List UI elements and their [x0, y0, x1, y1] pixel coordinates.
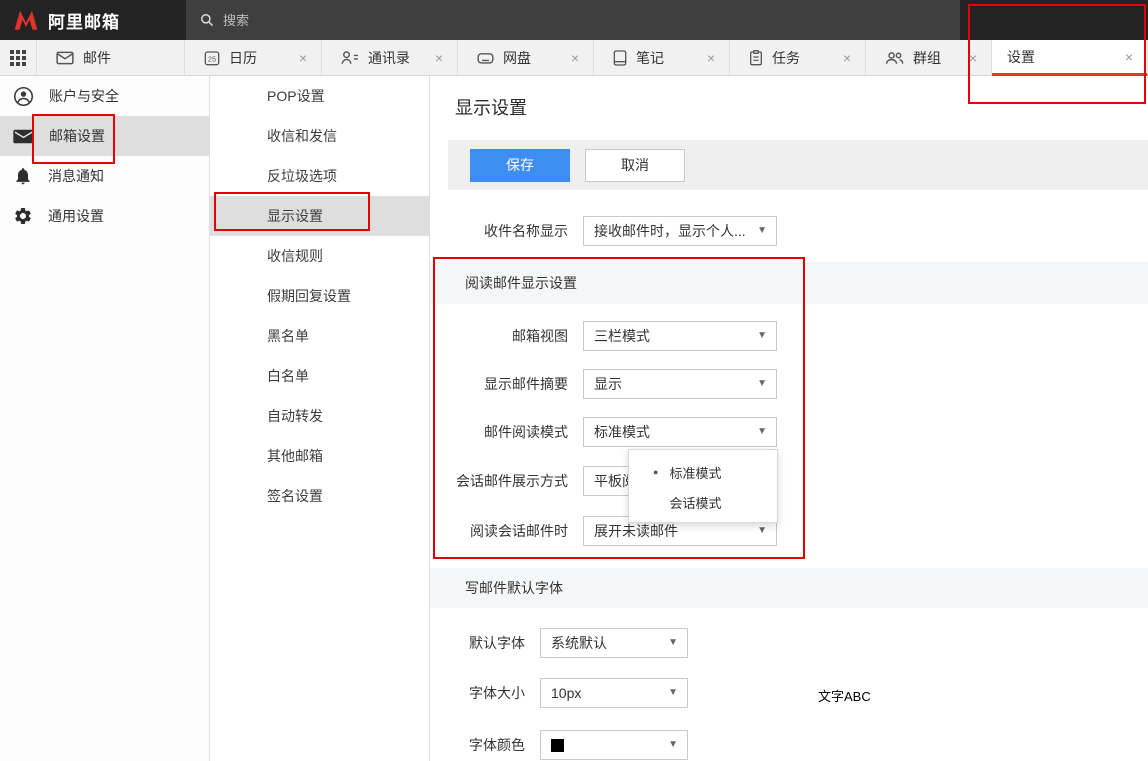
- search-icon: [200, 13, 214, 27]
- subnav-item-auto-forward[interactable]: 自动转发: [210, 396, 429, 436]
- subnav-item-signature[interactable]: 签名设置: [210, 476, 429, 516]
- page-title: 显示设置: [455, 94, 527, 120]
- account-circle-icon: [13, 86, 34, 107]
- mail-summary-row: 显示邮件摘要 显示 ▼: [430, 369, 777, 399]
- tab-tasks[interactable]: 任务 ×: [730, 40, 866, 76]
- bell-icon: [13, 166, 33, 186]
- close-tab-icon[interactable]: ×: [839, 51, 855, 65]
- contacts-icon: [341, 50, 359, 65]
- close-tab-icon[interactable]: ×: [1121, 50, 1137, 64]
- subnav-item-send-receive[interactable]: 收信和发信: [210, 116, 429, 156]
- chevron-down-icon: ▼: [757, 525, 767, 536]
- display-settings-panel: 显示设置 保存 取消 收件名称显示 接收邮件时，显示个人... ▼ 阅读邮件显示…: [430, 76, 1148, 761]
- reading-mode-dropdown-menu: ● 标准模式 ● 会话模式: [628, 449, 778, 523]
- subnav-item-whitelist[interactable]: 白名单: [210, 356, 429, 396]
- tab-settings-active[interactable]: 设置 ×: [992, 40, 1148, 76]
- gear-icon: [13, 206, 33, 226]
- chevron-down-icon: ▼: [668, 687, 678, 698]
- tab-bar: 邮件 25 日历 × 通讯录 × 网盘 × 笔: [0, 40, 1148, 76]
- apps-grid-icon: [10, 50, 26, 66]
- field-label: 收件名称显示: [430, 221, 568, 241]
- settings-sidebar: 账户与安全 邮箱设置 消息通知 通用设置: [0, 76, 210, 761]
- alimail-settings-page: 阿里邮箱 邮件 25 日历 ×: [0, 0, 1148, 761]
- tab-contacts[interactable]: 通讯录 ×: [322, 40, 458, 76]
- selected-bullet-icon: ●: [653, 467, 658, 477]
- font-size-select[interactable]: 10px ▼: [540, 678, 688, 708]
- compose-font-section-header: 写邮件默认字体: [430, 568, 1148, 608]
- subnav-item-vacation-reply[interactable]: 假期回复设置: [210, 276, 429, 316]
- sidebar-item-account-security[interactable]: 账户与安全: [0, 76, 209, 116]
- font-size-row: 字体大小 10px ▼: [430, 678, 688, 708]
- subnav-item-antispam[interactable]: 反垃圾选项: [210, 156, 429, 196]
- mailbox-view-select[interactable]: 三栏模式 ▼: [583, 321, 777, 351]
- default-font-select[interactable]: 系统默认 ▼: [540, 628, 688, 658]
- close-tab-icon[interactable]: ×: [567, 51, 583, 65]
- brand[interactable]: 阿里邮箱: [0, 8, 186, 33]
- tab-notes[interactable]: 笔记 ×: [594, 40, 730, 76]
- mail-icon: [56, 51, 74, 65]
- svg-text:25: 25: [208, 54, 216, 63]
- chevron-down-icon: ▼: [757, 378, 767, 389]
- chevron-down-icon: ▼: [668, 637, 678, 648]
- reading-settings-section-header: 阅读邮件显示设置: [430, 262, 1148, 304]
- dropdown-option-conversation[interactable]: ● 会话模式: [629, 487, 777, 517]
- mail-filled-icon: [13, 128, 34, 145]
- default-font-row: 默认字体 系统默认 ▼: [430, 628, 688, 658]
- subnav-item-mail-rules[interactable]: 收信规则: [210, 236, 429, 276]
- sidebar-item-notifications[interactable]: 消息通知: [0, 156, 209, 196]
- chevron-down-icon: ▼: [757, 426, 767, 437]
- reading-mode-row: 邮件阅读模式 标准模式 ▼: [430, 417, 777, 447]
- font-color-swatch: [551, 739, 564, 752]
- recipient-name-display-row: 收件名称显示 接收邮件时，显示个人... ▼: [430, 216, 777, 246]
- font-color-select[interactable]: ▼: [540, 730, 688, 760]
- calendar-icon: 25: [204, 50, 220, 66]
- mail-settings-subnav: POP设置 收信和发信 反垃圾选项 显示设置 收信规则 假期回复设置 黑名单 白…: [210, 76, 430, 761]
- notes-icon: [613, 50, 627, 66]
- subnav-item-other-mailbox[interactable]: 其他邮箱: [210, 436, 429, 476]
- chevron-down-icon: ▼: [757, 330, 767, 341]
- tab-mail[interactable]: 邮件: [37, 40, 185, 76]
- cancel-button[interactable]: 取消: [585, 149, 685, 182]
- close-tab-icon[interactable]: ×: [965, 51, 981, 65]
- recipient-name-display-select[interactable]: 接收邮件时，显示个人... ▼: [583, 216, 777, 246]
- subnav-item-display-settings[interactable]: 显示设置: [210, 196, 429, 236]
- save-toolbar: 保存 取消: [448, 140, 1148, 190]
- apps-grid-button[interactable]: [0, 40, 37, 76]
- alimail-logo-icon: [13, 9, 39, 31]
- chevron-down-icon: ▼: [668, 739, 678, 750]
- brand-title: 阿里邮箱: [48, 8, 120, 33]
- search-input[interactable]: [223, 13, 823, 28]
- sidebar-item-general-settings[interactable]: 通用设置: [0, 196, 209, 236]
- font-preview-text: 文字ABC: [818, 686, 871, 705]
- dropdown-option-standard[interactable]: ● 标准模式: [629, 457, 777, 487]
- tab-groups[interactable]: 群组 ×: [866, 40, 992, 76]
- chevron-down-icon: ▼: [757, 225, 767, 236]
- reading-mode-select[interactable]: 标准模式 ▼: [583, 417, 777, 447]
- content-area: 账户与安全 邮箱设置 消息通知 通用设置: [0, 76, 1148, 761]
- mailbox-view-row: 邮箱视图 三栏模式 ▼: [430, 321, 777, 351]
- top-bar: 阿里邮箱: [0, 0, 1148, 40]
- close-tab-icon[interactable]: ×: [295, 51, 311, 65]
- drive-icon: [477, 51, 494, 65]
- tab-drive[interactable]: 网盘 ×: [458, 40, 594, 76]
- tab-calendar[interactable]: 25 日历 ×: [185, 40, 322, 76]
- subnav-item-blacklist[interactable]: 黑名单: [210, 316, 429, 356]
- subnav-item-pop[interactable]: POP设置: [210, 76, 429, 116]
- save-button[interactable]: 保存: [470, 149, 570, 182]
- mail-summary-select[interactable]: 显示 ▼: [583, 369, 777, 399]
- close-tab-icon[interactable]: ×: [703, 51, 719, 65]
- sidebar-item-mail-settings[interactable]: 邮箱设置: [0, 116, 209, 156]
- close-tab-icon[interactable]: ×: [431, 51, 447, 65]
- groups-icon: [885, 51, 904, 65]
- search-bar[interactable]: [186, 0, 960, 40]
- font-color-row: 字体颜色 ▼: [430, 730, 688, 760]
- tasks-icon: [749, 50, 763, 66]
